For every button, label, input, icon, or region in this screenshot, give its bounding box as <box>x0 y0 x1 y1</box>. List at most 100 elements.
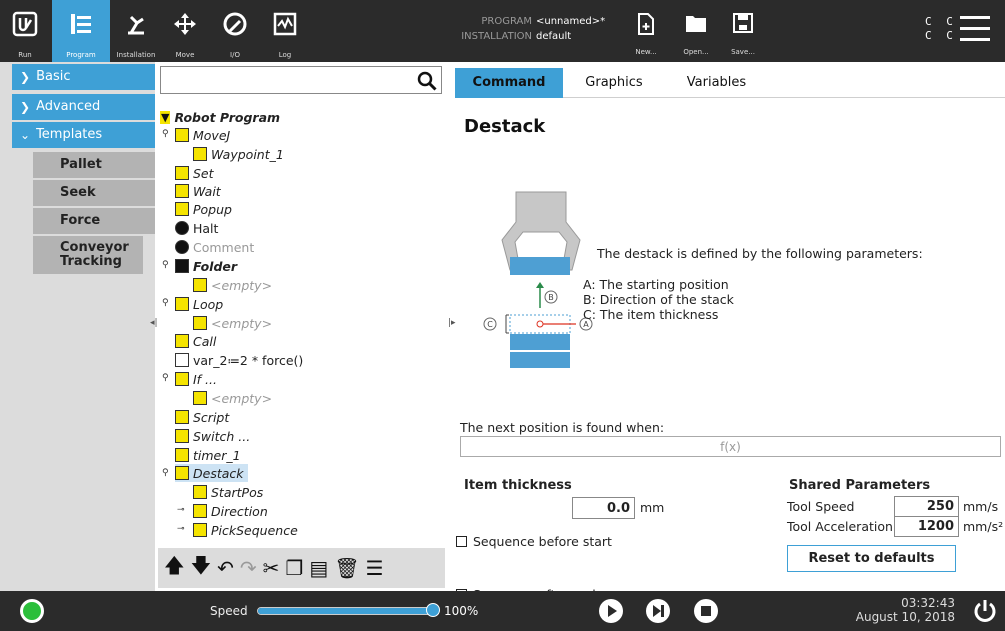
checkbox-box[interactable] <box>456 536 467 547</box>
redo-icon[interactable]: ↷ <box>240 556 257 580</box>
tab-graphics[interactable]: Graphics <box>569 68 659 98</box>
collapse-right-icon[interactable]: |▸ <box>448 318 456 328</box>
program-tree-icon <box>71 14 91 34</box>
expression-field[interactable]: f(x) <box>460 436 1001 457</box>
tree-row[interactable]: PickSequence <box>193 521 298 539</box>
tree-row-label: var_2≔2 * force() <box>193 352 304 368</box>
power-icon[interactable] <box>972 598 998 624</box>
speed-slider-handle[interactable] <box>426 603 440 617</box>
pin-icon[interactable]: ⊸ <box>177 505 185 515</box>
template-force[interactable]: Force <box>33 208 155 234</box>
pin-icon[interactable]: ⚲ <box>162 298 169 308</box>
script-icon <box>175 410 189 424</box>
tree-row[interactable]: Wait <box>175 182 221 200</box>
robot-status-icon[interactable] <box>20 599 44 623</box>
search-icon[interactable] <box>417 71 437 91</box>
tree-row[interactable]: StartPos <box>193 483 263 501</box>
tree-row[interactable]: <empty> <box>193 314 272 332</box>
hamburger-menu-icon[interactable] <box>960 16 990 49</box>
copy-icon[interactable]: ❐ <box>285 556 303 580</box>
if-icon <box>175 372 189 386</box>
new-button[interactable]: New... <box>626 0 666 62</box>
nav-advanced-label: Advanced <box>36 99 101 114</box>
suppress-icon[interactable]: ☰ <box>366 556 384 580</box>
step-button[interactable] <box>646 599 670 623</box>
tree-row[interactable]: Loop <box>175 295 223 313</box>
tree-row[interactable]: timer_1 <box>175 446 241 464</box>
tree-row[interactable]: If ... <box>175 370 217 388</box>
tree-row-label: <empty> <box>211 390 273 406</box>
run-tab[interactable]: Run <box>0 0 50 62</box>
speed-slider[interactable] <box>257 607 435 615</box>
template-seek[interactable]: Seek <box>33 180 155 206</box>
open-button[interactable]: Open... <box>676 0 716 62</box>
tree-row-label: Call <box>193 333 217 349</box>
collapse-left-icon[interactable]: ◂| <box>150 318 158 328</box>
tree-row[interactable]: Script <box>175 408 229 426</box>
program-tab[interactable]: Program <box>52 0 110 62</box>
tree-row-selected[interactable]: Destack <box>175 464 248 482</box>
play-button[interactable] <box>599 599 623 623</box>
move-up-icon[interactable]: 🡅 <box>164 551 185 585</box>
move-tab[interactable]: Move <box>160 0 210 62</box>
hourglass-icon <box>175 184 189 198</box>
tab-variables[interactable]: Variables <box>669 68 764 98</box>
tree-root[interactable]: ▼ Robot Program <box>160 108 280 126</box>
nav-templates[interactable]: ⌄ Templates <box>12 122 155 148</box>
tool-acceleration-input[interactable]: 1200 <box>894 516 959 537</box>
tree-row[interactable]: var_2≔2 * force() <box>175 351 303 369</box>
tool-speed-input[interactable]: 250 <box>894 496 959 517</box>
installation-tab[interactable]: Installation <box>112 0 160 62</box>
nav-basic[interactable]: ❯ Basic <box>12 64 155 90</box>
pin-icon[interactable]: ⊸ <box>177 524 185 534</box>
tree-row[interactable]: Switch ... <box>175 427 250 445</box>
tab-command-label: Command <box>472 75 546 90</box>
sequence-before-checkbox[interactable]: Sequence before start <box>456 534 612 549</box>
item-thickness-input[interactable]: 0.0 <box>572 497 635 519</box>
delete-icon[interactable]: 🗑 <box>334 556 359 580</box>
tree-row-label: Set <box>193 165 214 181</box>
cc-indicator[interactable]: C C C C <box>925 15 957 43</box>
pin-icon[interactable]: ⚲ <box>162 373 169 383</box>
tree-row-label: Comment <box>193 239 255 255</box>
tree-row[interactable]: Waypoint_1 <box>193 145 284 163</box>
tree-row[interactable]: Comment <box>175 238 254 256</box>
speed-label: Speed <box>210 604 248 618</box>
pin-icon[interactable]: ⚲ <box>162 129 169 139</box>
tree-row-label: Halt <box>193 220 219 236</box>
program-key: PROGRAM <box>481 16 532 27</box>
tree-row[interactable]: MoveJ <box>175 126 230 144</box>
tree-row[interactable]: Halt <box>175 219 218 237</box>
switch-icon <box>175 429 189 443</box>
io-tab[interactable]: I/O <box>210 0 260 62</box>
dotted-grid-icon <box>193 523 207 537</box>
log-icon <box>273 12 297 36</box>
reset-defaults-button[interactable]: Reset to defaults <box>787 545 956 572</box>
tree-row[interactable]: Set <box>175 164 214 182</box>
undo-icon[interactable]: ↶ <box>217 556 234 580</box>
nav-advanced[interactable]: ❯ Advanced <box>12 94 155 120</box>
paste-icon[interactable]: ▤ <box>309 556 328 580</box>
tree-row[interactable]: <empty> <box>193 389 272 407</box>
expand-down-icon[interactable]: ▼ <box>160 110 171 124</box>
empty-icon <box>193 316 207 330</box>
tree-row[interactable]: <empty> <box>193 276 272 294</box>
template-pallet[interactable]: Pallet <box>33 152 155 178</box>
save-button[interactable]: Save... <box>723 0 763 62</box>
tree-row[interactable]: Call <box>175 332 216 350</box>
tree-row[interactable]: Direction <box>193 502 268 520</box>
pin-icon[interactable]: ⚲ <box>162 468 169 478</box>
pin-icon[interactable]: ⚲ <box>162 260 169 270</box>
log-tab[interactable]: Log <box>260 0 310 62</box>
tree-row[interactable]: Folder <box>175 257 237 275</box>
search-input[interactable] <box>160 66 442 94</box>
tab-command[interactable]: Command <box>455 68 563 98</box>
move-down-icon[interactable]: 🡇 <box>191 551 212 585</box>
tree-row-label: Destack <box>193 465 244 481</box>
template-conveyor-tracking[interactable]: Conveyor Tracking <box>33 236 143 274</box>
tree-row-label: If ... <box>193 371 217 387</box>
cut-icon[interactable]: ✂ <box>263 556 280 580</box>
stop-button[interactable] <box>694 599 718 623</box>
nav-basic-label: Basic <box>36 69 71 84</box>
tree-row[interactable]: Popup <box>175 200 232 218</box>
